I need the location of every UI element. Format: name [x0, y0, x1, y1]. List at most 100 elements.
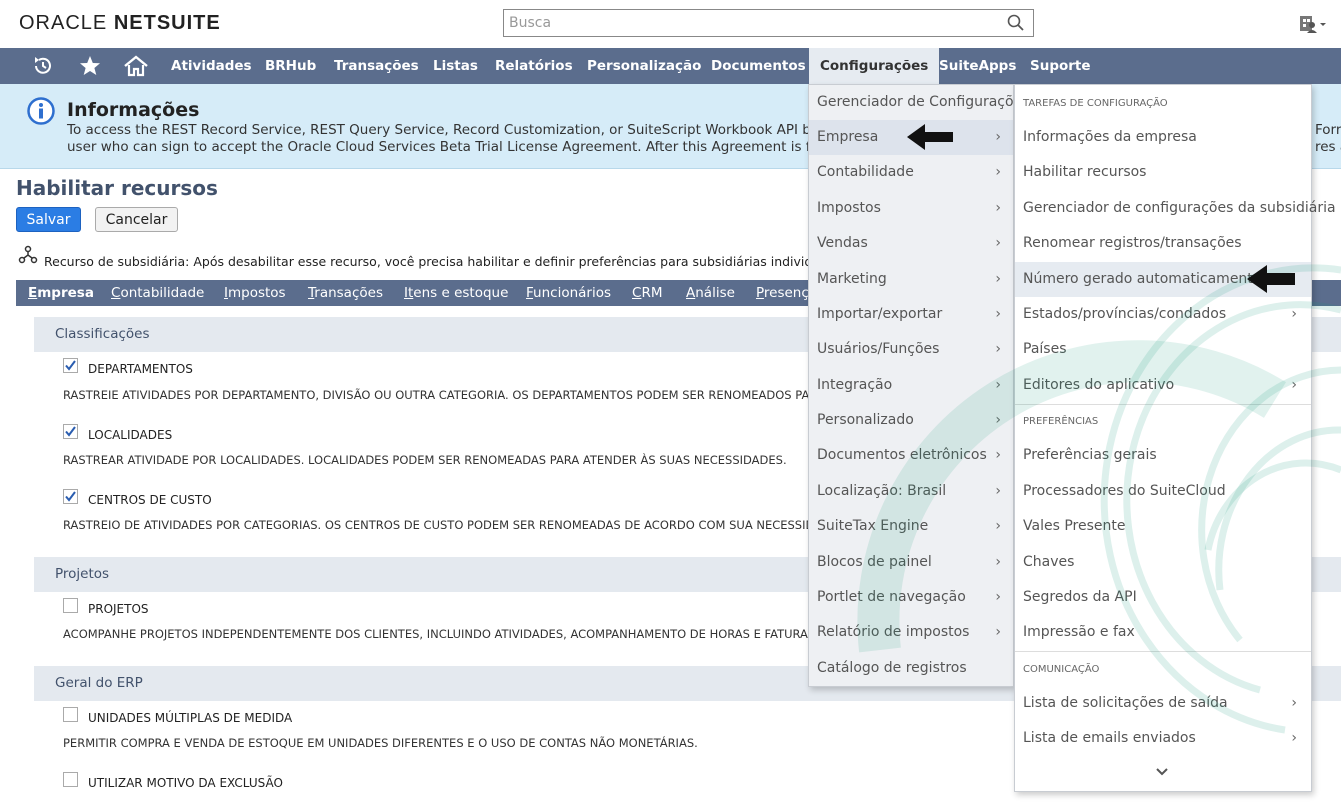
submenu-habilitar-recursos[interactable]: Habilitar recursos — [1015, 155, 1311, 190]
chevron-right-icon: › — [995, 624, 1001, 640]
chevron-right-icon: › — [995, 518, 1001, 534]
subsidiary-icon — [18, 245, 38, 264]
submenu-segredos-api[interactable]: Segredos da API — [1015, 580, 1311, 615]
menu-blocos-painel[interactable]: Blocos de painel › — [809, 545, 1013, 580]
menu-item-label: Gerenciador de Configurações — [817, 94, 1030, 110]
tab-label-part: uncionários — [533, 285, 611, 301]
submenu-gerenciador-subsidiaria[interactable]: Gerenciador de configurações da subsidiá… — [1015, 191, 1336, 226]
menu-item-label: Integração — [817, 377, 893, 393]
tab-label-part: ens e estoque — [413, 285, 509, 301]
desc-projetos: ACOMPANHE PROJETOS INDEPENDENTEMENTE DOS… — [63, 627, 850, 641]
recent-records-icon[interactable] — [31, 48, 55, 84]
submenu-item-label: Lista de solicitações de saída — [1023, 695, 1228, 711]
checkbox-projetos[interactable] — [63, 598, 78, 613]
tab-impostos[interactable]: Impostos — [224, 285, 286, 301]
submenu-informacoes-empresa[interactable]: Informações da empresa — [1015, 120, 1311, 155]
scroll-down-chevron-icon[interactable] — [1155, 767, 1169, 777]
tab-crm[interactable]: CRM — [632, 285, 662, 301]
submenu-impressao-fax[interactable]: Impressão e fax — [1015, 615, 1311, 650]
favorites-star-icon[interactable] — [78, 48, 102, 84]
menu-impostos[interactable]: Impostos › — [809, 191, 1013, 226]
nav-configuracoes[interactable]: Configurações — [809, 48, 940, 84]
nav-transacoes[interactable]: Transações — [334, 48, 419, 84]
submenu-processadores-suitecloud[interactable]: Processadores do SuiteCloud — [1015, 474, 1311, 509]
menu-relatorio-impostos[interactable]: Relatório de impostos › — [809, 615, 1013, 650]
menu-item-label: Usuários/Funções — [817, 341, 940, 357]
oracle-netsuite-logo[interactable]: ORACLE NETSUITE — [19, 12, 221, 35]
submenu-lista-solicitacoes-saida[interactable]: Lista de solicitações de saída › — [1015, 686, 1311, 721]
configuracoes-menu: Gerenciador de Configurações Empresa › Co… — [808, 84, 1029, 687]
menu-item-label: Documentos eletrônicos — [817, 447, 987, 463]
tab-label-part: RM — [641, 285, 663, 301]
menu-suitetax-engine[interactable]: SuiteTax Engine › — [809, 509, 1013, 544]
nav-listas[interactable]: Listas — [433, 48, 478, 84]
tab-contabilidade[interactable]: Contabilidade — [111, 285, 204, 301]
user-role-icon[interactable] — [1299, 15, 1327, 33]
tab-analise[interactable]: Análise — [686, 285, 735, 301]
menu-vendas[interactable]: Vendas › — [809, 226, 1013, 261]
menu-integracao[interactable]: Integração › — [809, 368, 1013, 403]
checkbox-localidades[interactable] — [63, 424, 78, 439]
search-input[interactable] — [504, 10, 984, 36]
cancel-button[interactable]: Cancelar — [95, 207, 178, 232]
menu-item-label: Marketing — [817, 271, 887, 287]
menu-usuarios-funcoes[interactable]: Usuários/Funções › — [809, 332, 1013, 367]
menu-importar-exportar[interactable]: Importar/exportar › — [809, 297, 1013, 332]
tab-transacoes[interactable]: Transações — [308, 285, 383, 301]
tab-label-part: ransações — [314, 285, 383, 301]
search-icon[interactable] — [1007, 14, 1025, 32]
chevron-right-icon: › — [995, 271, 1001, 287]
tab-label-part: A — [686, 285, 696, 301]
nav-relatorios[interactable]: Relatórios — [495, 48, 573, 84]
tab-label-part: E — [28, 285, 38, 301]
submenu-item-label: Lista de emails enviados — [1023, 730, 1196, 746]
chevron-right-icon: › — [1291, 306, 1297, 322]
menu-item-label: Vendas — [817, 235, 868, 251]
menu-portlet-navegacao[interactable]: Portlet de navegação › — [809, 580, 1013, 615]
submenu-lista-emails-enviados[interactable]: Lista de emails enviados › — [1015, 721, 1311, 756]
menu-documentos-eletronicos[interactable]: Documentos eletrônicos › — [809, 438, 1013, 473]
tab-label-part: nálise — [695, 285, 735, 301]
nav-suporte[interactable]: Suporte — [1030, 48, 1091, 84]
info-title: Informações — [67, 99, 200, 121]
submenu-renomear-registros[interactable]: Renomear registros/transações — [1015, 226, 1311, 261]
menu-personalizado[interactable]: Personalizado › — [809, 403, 1013, 438]
tab-empresa[interactable]: Empresa — [28, 285, 94, 309]
checkmark-icon — [65, 426, 76, 437]
submenu-estados-provincias[interactable]: Estados/províncias/condados › — [1015, 297, 1311, 332]
menu-contabilidade[interactable]: Contabilidade › — [809, 155, 1013, 190]
tab-presenca[interactable]: Presenç — [756, 285, 809, 301]
save-button[interactable]: Salvar — [16, 207, 81, 232]
submenu-preferencias-gerais[interactable]: Preferências gerais — [1015, 438, 1311, 473]
submenu-editores-aplicativo[interactable]: Editores do aplicativo › — [1015, 368, 1311, 403]
info-text-right2: res a — [1315, 139, 1341, 155]
tab-itens-estoque[interactable]: Itens e estoque — [404, 285, 508, 301]
menu-gerenciador-configuracoes[interactable]: Gerenciador de Configurações — [809, 85, 1029, 120]
checkbox-centros-custo[interactable] — [63, 489, 78, 504]
submenu-vales-presente[interactable]: Vales Presente — [1015, 509, 1311, 544]
chevron-right-icon: › — [995, 235, 1001, 251]
nav-atividades[interactable]: Atividades — [171, 48, 252, 84]
menu-localizacao-brasil[interactable]: Localização: Brasil › — [809, 474, 1013, 509]
info-icon — [27, 97, 55, 125]
chevron-right-icon: › — [1291, 377, 1297, 393]
menu-catalogo-registros[interactable]: Catálogo de registros — [809, 651, 1013, 686]
submenu-paises[interactable]: Países — [1015, 332, 1311, 367]
pointer-arrow-icon — [1247, 265, 1295, 293]
nav-suiteapps[interactable]: SuiteApps — [939, 48, 1016, 84]
tab-label-part: ontabilidade — [120, 285, 205, 301]
checkbox-unidades[interactable] — [63, 707, 78, 722]
home-icon[interactable] — [123, 48, 149, 84]
top-header: ORACLE NETSUITE — [0, 0, 1341, 48]
main-navigation: Atividades BRHub Transações Listas Relat… — [0, 48, 1341, 84]
menu-marketing[interactable]: Marketing › — [809, 262, 1013, 297]
nav-personalizacao[interactable]: Personalização — [587, 48, 701, 84]
checkbox-motivo-exclusao[interactable] — [63, 772, 78, 787]
checkmark-icon — [65, 360, 76, 371]
tab-funcionarios[interactable]: Funcionários — [526, 285, 611, 301]
nav-brhub[interactable]: BRHub — [265, 48, 316, 84]
nav-documentos[interactable]: Documentos — [711, 48, 806, 84]
submenu-chaves[interactable]: Chaves — [1015, 545, 1311, 580]
checkbox-departamentos[interactable] — [63, 358, 78, 373]
submenu-item-label: Editores do aplicativo — [1023, 377, 1175, 393]
